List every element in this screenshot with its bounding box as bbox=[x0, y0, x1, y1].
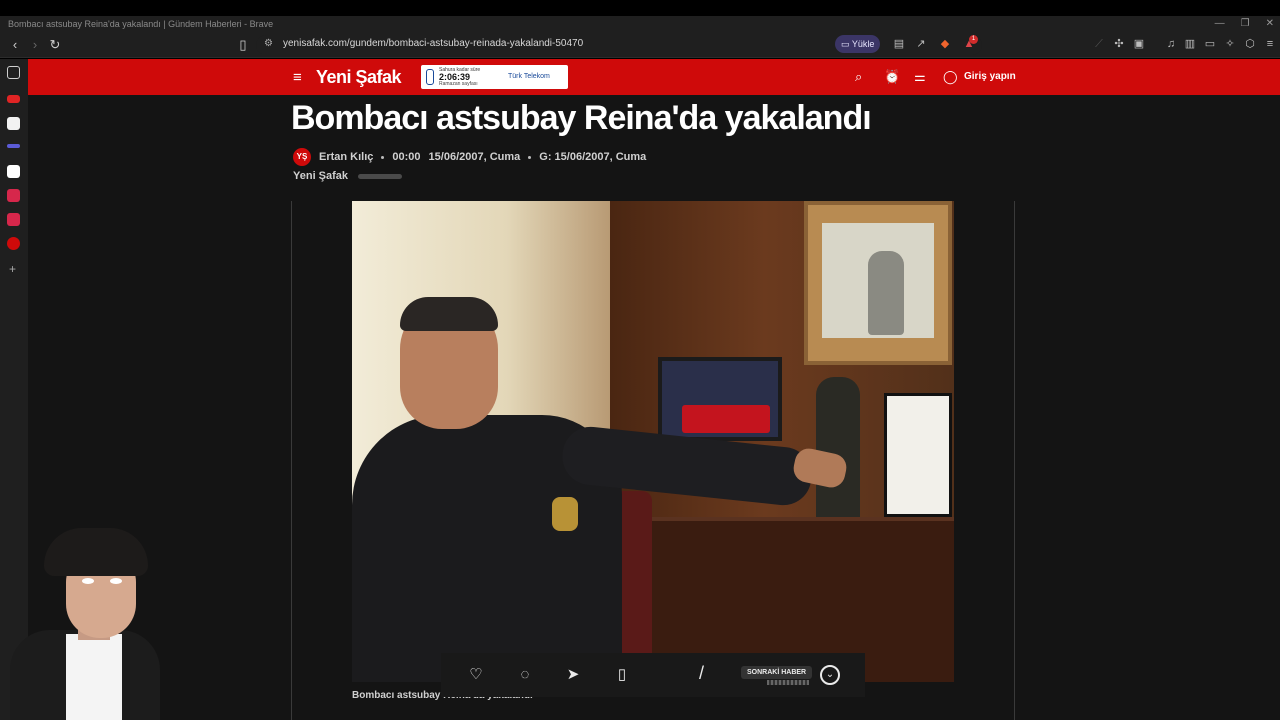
source-placeholder-bar bbox=[358, 173, 403, 179]
content-border-left bbox=[291, 201, 292, 720]
publish-date: 15/06/2007, Cuma bbox=[428, 151, 521, 163]
photo-flag bbox=[682, 405, 770, 433]
author-avatar[interactable]: YŞ bbox=[293, 148, 311, 166]
separator-dot bbox=[381, 155, 385, 159]
login-link[interactable]: Giriş yapın bbox=[964, 71, 1016, 82]
youtube-icon[interactable] bbox=[7, 95, 20, 103]
avatar-hair bbox=[44, 528, 148, 576]
photo-badge bbox=[552, 497, 578, 531]
next-news-placeholder bbox=[767, 680, 809, 685]
puzzle-icon[interactable]: ✣ bbox=[1112, 37, 1126, 51]
screenshot-icon[interactable]: ▣ bbox=[1132, 37, 1146, 51]
app-h-icon[interactable] bbox=[7, 165, 20, 178]
photo-man-hair bbox=[400, 297, 498, 331]
avatar-eye bbox=[82, 578, 94, 584]
extension-icon[interactable]: ⟋ bbox=[1092, 37, 1106, 51]
avatar-shirt bbox=[66, 634, 122, 720]
bookmark-icon[interactable]: ▯ bbox=[234, 36, 252, 54]
upload-label: Yükle bbox=[851, 39, 875, 49]
site-header: ≡ Yeni Şafak Sahura kadar süre 2:06:39 R… bbox=[28, 59, 1280, 95]
reload-icon[interactable]: ↻ bbox=[46, 36, 64, 54]
article-action-bar: ♡ ◌ ➤ ▯ / SONRAKİ HABER ⌄ bbox=[441, 653, 865, 697]
app-a-icon[interactable] bbox=[7, 117, 20, 130]
monitor-icon: ▭ bbox=[841, 39, 852, 49]
content-border-right bbox=[1014, 201, 1015, 720]
wallet-icon[interactable]: ▭ bbox=[1203, 37, 1217, 51]
photo-painting bbox=[804, 201, 952, 365]
window-titlebar: Bombacı astsubay Reina'da yakalandı | Gü… bbox=[0, 16, 1280, 32]
send-icon[interactable]: ➤ bbox=[563, 665, 583, 685]
window-controls: — ❐ ✕ bbox=[1215, 16, 1274, 32]
article-source: Yeni Şafak bbox=[293, 170, 403, 182]
menu-icon[interactable]: ≡ bbox=[1263, 37, 1277, 51]
app-bar-icon[interactable] bbox=[7, 144, 20, 148]
photo-painting-canvas bbox=[822, 223, 934, 338]
ad-line2: Ramazan sayfası bbox=[439, 81, 478, 87]
bookmark-save-icon[interactable]: ▯ bbox=[612, 665, 632, 685]
hamburger-menu-icon[interactable]: ≡ bbox=[293, 69, 302, 86]
page-content: ≡ Yeni Şafak Sahura kadar süre 2:06:39 R… bbox=[28, 59, 1280, 720]
separator-dot bbox=[528, 155, 532, 159]
app-ys-icon[interactable] bbox=[7, 237, 20, 250]
app-square-icon[interactable] bbox=[7, 213, 20, 226]
article-photo[interactable] bbox=[352, 201, 954, 682]
chevron-down-icon[interactable]: ⌄ bbox=[820, 665, 840, 685]
upload-button[interactable]: ▭ Yükle bbox=[835, 35, 881, 53]
close-button[interactable]: ✕ bbox=[1266, 16, 1274, 32]
lantern-icon bbox=[426, 69, 434, 85]
streamer-avatar-overlay bbox=[0, 522, 170, 720]
photo-painting-figure bbox=[868, 251, 904, 335]
sidebar-panel-icon[interactable] bbox=[7, 66, 20, 79]
next-news-button[interactable]: SONRAKİ HABER bbox=[741, 666, 813, 679]
music-icon[interactable]: ♫ bbox=[1164, 37, 1178, 51]
forward-icon[interactable]: › bbox=[26, 36, 44, 54]
back-icon[interactable]: ‹ bbox=[6, 36, 24, 54]
updated-date: G: 15/06/2007, Cuma bbox=[539, 151, 647, 163]
vpn-icon[interactable]: ⬡ bbox=[1243, 37, 1257, 51]
os-top-bar bbox=[0, 0, 1280, 16]
article-meta: YŞ Ertan Kılıç 00:00 15/06/2007, Cuma G:… bbox=[293, 148, 647, 166]
sidebar-toggle-icon[interactable]: ▥ bbox=[1183, 37, 1197, 51]
photo-framed-picture bbox=[658, 357, 782, 441]
minimize-button[interactable]: — bbox=[1215, 16, 1225, 32]
settings-sliders-icon[interactable]: ⚌ bbox=[914, 70, 926, 84]
author-name[interactable]: Ertan Kılıç bbox=[319, 151, 373, 163]
browser-toolbar: ‹ › ↻ ▯ ⚙ yenisafak.com/gundem/bombaci-a… bbox=[0, 32, 1280, 58]
article-title: Bombacı astsubay Reina'da yakalandı bbox=[291, 99, 872, 137]
publish-time: 00:00 bbox=[392, 151, 421, 163]
site-info-icon[interactable]: ⚙ bbox=[264, 38, 273, 49]
source-name[interactable]: Yeni Şafak bbox=[293, 170, 348, 182]
restore-button[interactable]: ❐ bbox=[1241, 16, 1250, 32]
photo-certificate bbox=[884, 393, 952, 517]
heart-icon[interactable]: ♡ bbox=[466, 665, 486, 685]
add-icon[interactable]: + bbox=[9, 262, 16, 276]
divider-slash: / bbox=[699, 663, 705, 683]
url-text[interactable]: yenisafak.com/gundem/bombaci-astsubay-re… bbox=[283, 38, 583, 49]
brave-shields-icon[interactable]: ◆ bbox=[938, 37, 952, 51]
site-logo[interactable]: Yeni Şafak bbox=[316, 67, 402, 88]
app-square-icon[interactable] bbox=[7, 189, 20, 202]
comment-icon[interactable]: ◌ bbox=[515, 665, 535, 685]
leo-ai-icon[interactable]: ✧ bbox=[1223, 37, 1237, 51]
user-icon[interactable]: ◯ bbox=[943, 70, 958, 84]
avatar-eye bbox=[110, 578, 122, 584]
search-icon[interactable]: ⌕ bbox=[855, 70, 862, 84]
notification-badge: 1 bbox=[969, 35, 978, 44]
header-ad-banner[interactable]: Sahura kadar süre 2:06:39 Ramazan sayfas… bbox=[421, 65, 568, 89]
ad-brand: Türk Telekom bbox=[508, 73, 550, 80]
reader-icon[interactable]: ▤ bbox=[892, 37, 906, 51]
window-title: Bombacı astsubay Reina'da yakalandı | Gü… bbox=[8, 19, 274, 29]
share-icon[interactable]: ↗ bbox=[914, 37, 928, 51]
alarm-icon[interactable]: ⏰ bbox=[884, 70, 900, 84]
